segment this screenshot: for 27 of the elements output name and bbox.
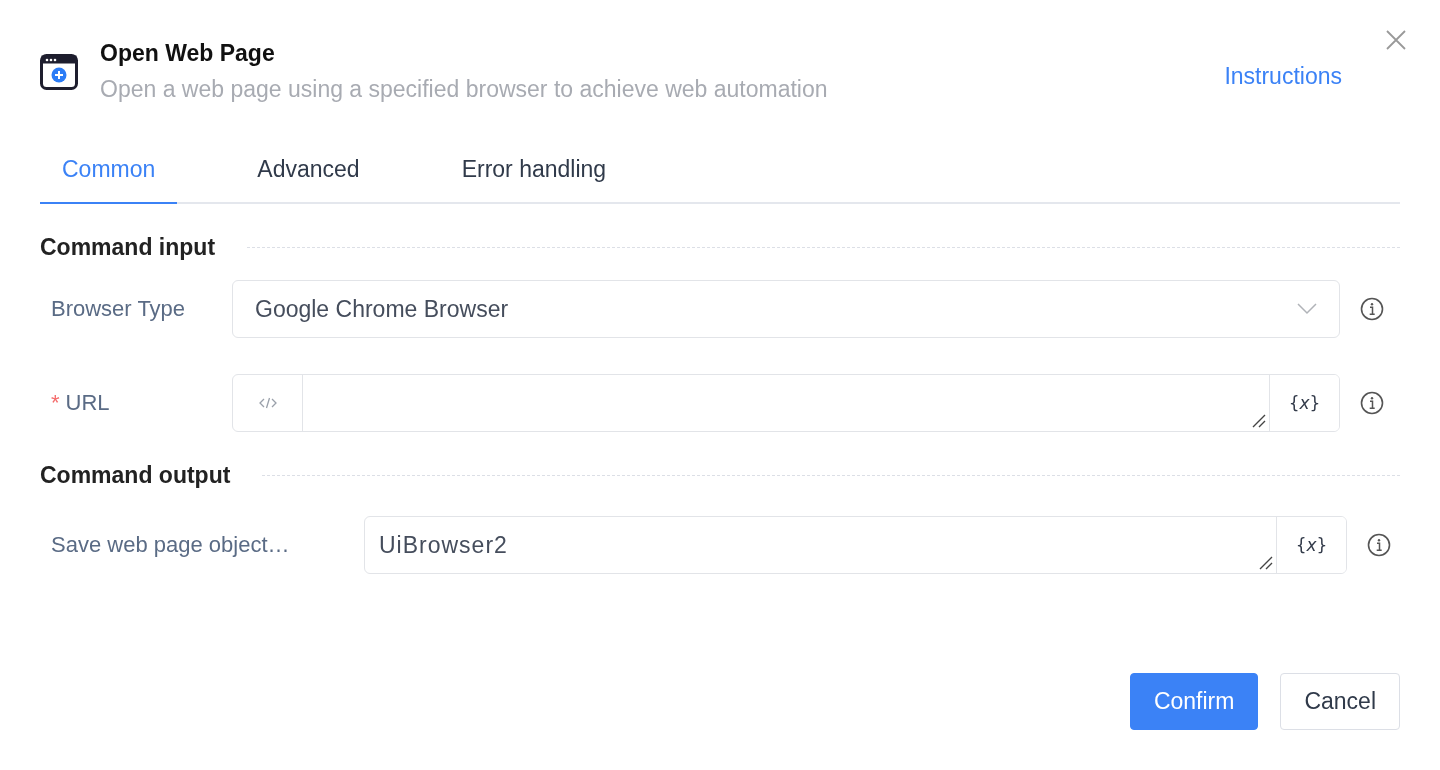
url-field[interactable]: {x}	[232, 374, 1340, 432]
info-icon	[1360, 391, 1384, 415]
instructions-link[interactable]: Instructions	[1224, 62, 1342, 90]
info-icon	[1360, 297, 1384, 321]
dialog-title: Open Web Page	[100, 39, 276, 68]
dialog-subtitle: Open a web page using a specified browser to achieve web automation	[100, 75, 829, 104]
browser-type-select[interactable]: Google Chrome Browser	[232, 280, 1340, 338]
resize-handle-icon[interactable]	[1252, 414, 1266, 428]
section-title: Command output	[40, 461, 231, 489]
close-icon[interactable]	[1384, 28, 1408, 52]
output-variable-field[interactable]: UiBrowser2 {x}	[364, 516, 1347, 574]
variable-button[interactable]: {x}	[1269, 375, 1339, 431]
field-label: Save web page object…	[50, 532, 291, 558]
browser-window-icon	[40, 54, 78, 90]
chevron-down-icon	[1297, 303, 1317, 315]
info-icon	[1367, 533, 1391, 557]
code-icon[interactable]	[258, 397, 277, 409]
variable-button[interactable]: {x}	[1276, 517, 1346, 573]
cancel-button[interactable]: Cancel	[1280, 673, 1400, 730]
tab[interactable]: Error handling	[439, 136, 629, 204]
confirm-button[interactable]: Confirm	[1129, 673, 1259, 730]
resize-handle-icon[interactable]	[1259, 556, 1273, 570]
tab[interactable]: Advanced	[235, 136, 382, 204]
tab[interactable]: Common	[40, 136, 178, 204]
field-label: * URL	[50, 390, 111, 416]
section-title: Command input	[40, 233, 216, 261]
field-label: Browser Type	[50, 296, 187, 322]
